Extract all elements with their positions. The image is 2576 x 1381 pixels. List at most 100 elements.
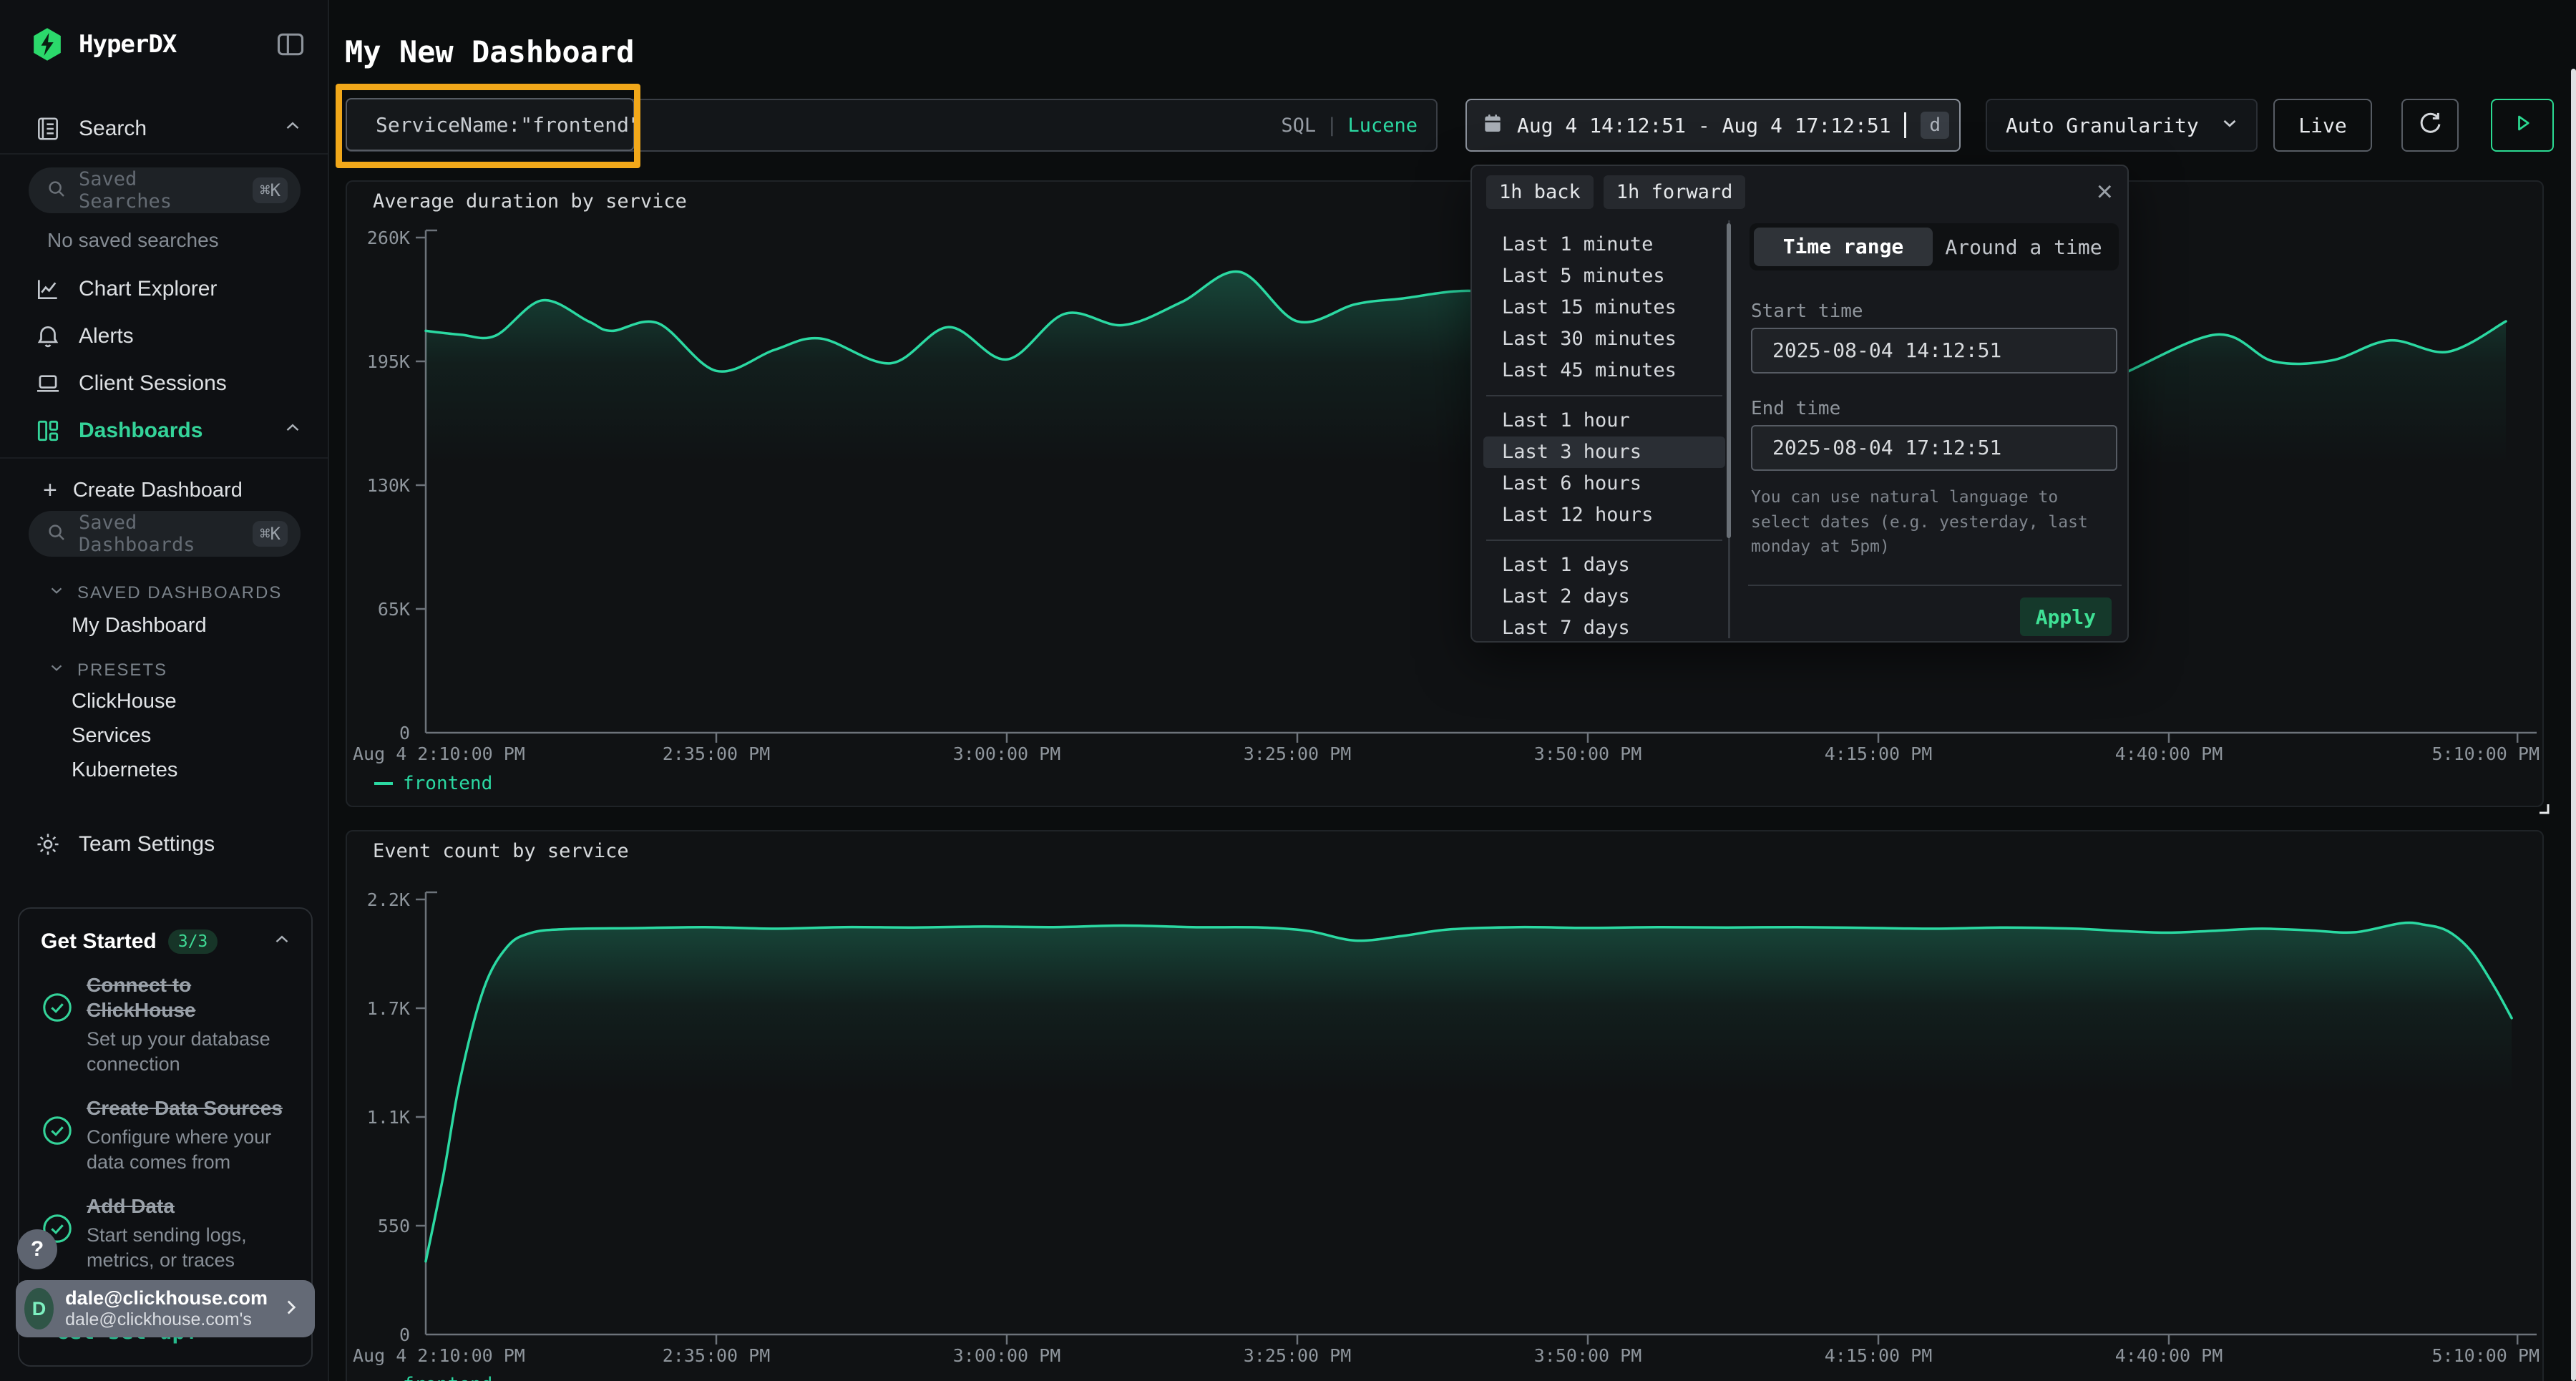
refresh-icon	[2416, 109, 2444, 142]
x-axis-tick-label: 3:00:00 PM	[953, 743, 1061, 764]
no-saved-searches-text: No saved searches	[47, 229, 219, 252]
sidebar-item-client-sessions[interactable]: Client Sessions	[0, 363, 329, 404]
y-axis-tick-label: 1.1K	[367, 1107, 410, 1128]
step-description: Start sending logs, metrics, or traces	[87, 1223, 293, 1273]
sidebar-item-chart-explorer[interactable]: Chart Explorer	[0, 269, 329, 309]
chart-legend[interactable]: frontend	[374, 1374, 492, 1381]
preset-link-services[interactable]: Services	[72, 724, 151, 748]
start-time-input[interactable]: 2025-08-04 14:12:51	[1751, 328, 2117, 374]
preset-link-kubernetes[interactable]: Kubernetes	[72, 758, 177, 782]
end-time-input[interactable]: 2025-08-04 17:12:51	[1751, 425, 2117, 471]
relative-time-option[interactable]: Last 2 days	[1483, 581, 1725, 613]
relative-time-option[interactable]: Last 12 hours	[1483, 499, 1725, 531]
line-chart-event-count: 2.2K1.7K1.1K5500Aug 4 2:10:00 PM2:35:00 …	[347, 831, 2545, 1381]
journal-icon	[33, 115, 63, 142]
relative-time-option[interactable]: Last 1 hour	[1483, 405, 1725, 436]
sidebar-item-alerts[interactable]: Alerts	[0, 316, 329, 356]
list-scrollbar-thumb[interactable]	[1727, 223, 1731, 538]
granularity-select[interactable]: Auto Granularity	[1986, 99, 2258, 152]
x-axis-tick-label: Aug 4 2:10:00 PM	[353, 1345, 525, 1366]
preset-link-clickhouse[interactable]: ClickHouse	[72, 690, 177, 713]
legend-label: frontend	[403, 1374, 492, 1381]
help-button[interactable]: ?	[17, 1229, 57, 1269]
shift-forward-button[interactable]: 1h forward	[1604, 175, 1746, 209]
y-axis-tick-label: 65K	[378, 599, 410, 620]
create-dashboard-button[interactable]: + Create Dashboard	[0, 470, 329, 510]
onboarding-step-data-sources[interactable]: Create Data Sources Configure where your…	[41, 1095, 293, 1175]
y-axis-tick-label: 260K	[367, 228, 410, 248]
x-axis-tick-label: 3:50:00 PM	[1534, 1345, 1642, 1366]
chevron-down-icon	[47, 581, 66, 605]
section-presets[interactable]: PRESETS	[47, 658, 167, 682]
sidebar-collapse-button[interactable]	[275, 29, 306, 60]
chart-legend[interactable]: frontend	[374, 773, 492, 794]
saved-searches-input[interactable]: Saved Searches ⌘K	[29, 167, 301, 213]
x-axis-tick-label: Aug 4 2:10:00 PM	[353, 743, 525, 764]
get-started-progress-badge: 3/3	[168, 929, 218, 954]
y-axis-tick-label: 550	[378, 1216, 410, 1236]
x-axis-tick-label: 3:25:00 PM	[1244, 1345, 1352, 1366]
section-label: SAVED DASHBOARDS	[77, 583, 282, 603]
relative-time-option[interactable]: Last 5 minutes	[1483, 260, 1725, 292]
tab-time-range[interactable]: Time range	[1754, 228, 1933, 266]
y-axis-tick-label: 1.7K	[367, 998, 410, 1019]
sidebar-item-label: Search	[79, 117, 147, 141]
refresh-button[interactable]	[2401, 99, 2459, 152]
saved-dashboards-input[interactable]: Saved Dashboards ⌘K	[29, 511, 301, 557]
relative-time-option[interactable]: Last 30 minutes	[1483, 323, 1725, 355]
laptop-icon	[33, 370, 63, 397]
chevron-up-icon[interactable]	[271, 929, 293, 954]
x-axis-tick-label: 4:40:00 PM	[2115, 1345, 2223, 1366]
saved-searches-placeholder: Saved Searches	[79, 168, 241, 213]
sidebar-item-search[interactable]: Search	[0, 109, 329, 149]
relative-time-list: Last 1 minuteLast 5 minutesLast 15 minut…	[1483, 229, 1725, 643]
onboarding-step-add-data[interactable]: Add Data Start sending logs, metrics, or…	[41, 1194, 293, 1273]
dashboard-grid-icon	[33, 417, 63, 444]
chevron-down-icon	[47, 658, 66, 682]
x-axis-tick-label: 3:25:00 PM	[1244, 743, 1352, 764]
chart-panel-event-count[interactable]: Event count by service 2.2K1.7K1.1K5500A…	[346, 830, 2544, 1381]
tab-around-a-time[interactable]: Around a time	[1933, 235, 2114, 259]
create-dashboard-label: Create Dashboard	[73, 479, 243, 502]
relative-time-option[interactable]: Last 15 minutes	[1483, 292, 1725, 323]
relative-time-option[interactable]: Last 6 hours	[1483, 468, 1725, 499]
get-started-title: Get Started	[41, 929, 157, 954]
relative-time-option[interactable]: Last 45 minutes	[1483, 355, 1725, 386]
onboarding-step-connect[interactable]: Connect to ClickHouse Set up your databa…	[41, 972, 293, 1077]
time-range-input[interactable]: Aug 4 14:12:51 - Aug 4 17:12:51 d	[1465, 99, 1961, 152]
text-caret	[1904, 112, 1906, 138]
shortcut-badge: d	[1921, 112, 1949, 139]
dashboard-filter-input[interactable]: ServiceName:"frontend" SQL | Lucene	[346, 99, 1438, 152]
gear-icon	[33, 831, 63, 858]
sidebar-item-label: Dashboards	[79, 419, 203, 443]
shift-back-button[interactable]: 1h back	[1486, 175, 1594, 209]
saved-dashboard-link[interactable]: My Dashboard	[72, 614, 207, 638]
sidebar-item-dashboards[interactable]: Dashboards	[0, 411, 329, 451]
y-axis-tick-label: 130K	[367, 475, 410, 496]
relative-time-option[interactable]: Last 1 days	[1483, 550, 1725, 581]
query-text[interactable]: ServiceName:"frontend"	[346, 98, 635, 151]
lucene-toggle[interactable]: Lucene	[1347, 114, 1418, 137]
page-scrollbar[interactable]	[2571, 69, 2576, 1381]
x-axis-tick-label: 5:10:00 PM	[2431, 1345, 2540, 1366]
x-axis-tick-label: 4:15:00 PM	[1825, 1345, 1933, 1366]
relative-time-option[interactable]: Last 7 days	[1483, 613, 1725, 643]
apply-button[interactable]: Apply	[2020, 597, 2112, 636]
section-label: PRESETS	[77, 660, 167, 680]
live-button[interactable]: Live	[2273, 99, 2372, 152]
section-saved-dashboards[interactable]: SAVED DASHBOARDS	[47, 581, 282, 605]
search-icon	[46, 522, 67, 547]
legend-swatch	[374, 782, 393, 785]
chart-panel-average-duration[interactable]: Average duration by service 260K195K130K…	[346, 180, 2544, 807]
sidebar-item-label: Alerts	[79, 324, 134, 348]
user-menu[interactable]: D dale@clickhouse.com dale@clickhouse.co…	[16, 1280, 315, 1337]
relative-time-option[interactable]: Last 1 minute	[1483, 229, 1725, 260]
sidebar-item-team-settings[interactable]: Team Settings	[0, 824, 329, 864]
divider	[1486, 540, 1722, 541]
relative-time-option[interactable]: Last 3 hours	[1483, 436, 1725, 468]
saved-dashboards-placeholder: Saved Dashboards	[79, 512, 241, 556]
sql-toggle[interactable]: SQL	[1281, 114, 1316, 137]
time-picker-tabs: Time range Around a time	[1750, 223, 2119, 270]
x-axis-tick-label: 5:10:00 PM	[2431, 743, 2540, 764]
play-button[interactable]	[2491, 99, 2554, 152]
